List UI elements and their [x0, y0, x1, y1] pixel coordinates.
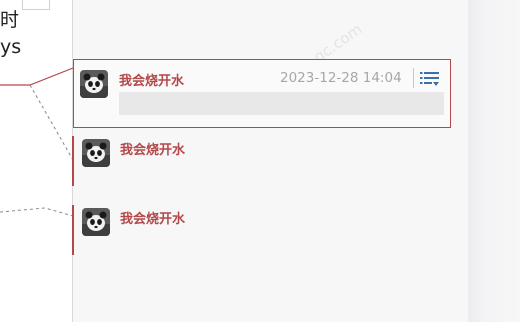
header-divider — [413, 68, 414, 88]
panda-avatar-icon[interactable] — [80, 70, 108, 98]
comment-card[interactable]: 我会烧开水 — [72, 136, 372, 186]
document-text-line-1: 时 — [0, 9, 20, 31]
comment-card-active[interactable]: 我会烧开水 2023-12-28 14:04 — [73, 59, 451, 128]
comment-author: 我会烧开水 — [119, 74, 185, 89]
document-table-cell — [22, 0, 50, 10]
panda-avatar-icon[interactable] — [82, 139, 110, 167]
comment-card[interactable]: 我会烧开水 — [72, 205, 372, 255]
comment-author: 我会烧开水 — [120, 212, 186, 227]
comment-menu-icon[interactable] — [419, 69, 441, 89]
comment-author: 我会烧开水 — [120, 143, 186, 158]
panda-avatar-icon[interactable] — [82, 208, 110, 236]
comment-timestamp: 2023-12-28 14:04 — [280, 70, 402, 86]
document-text-line-2: ys — [0, 36, 22, 58]
document-area[interactable]: 时 ys — [0, 0, 72, 322]
reply-input[interactable] — [119, 92, 444, 115]
pane-shadow-edge — [468, 0, 520, 322]
